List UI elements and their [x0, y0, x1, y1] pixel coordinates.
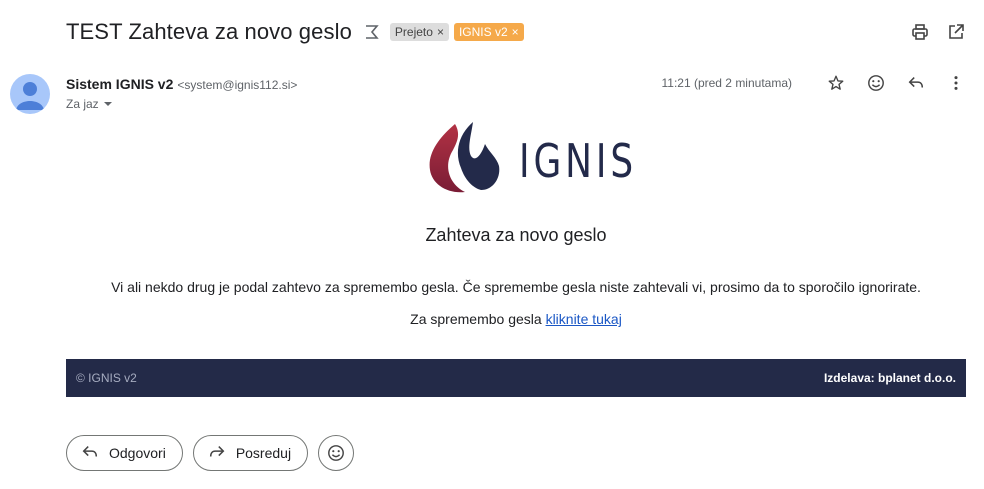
reset-link-prefix: Za spremembo gesla: [410, 311, 546, 327]
reply-button[interactable]: Odgovori: [66, 435, 183, 471]
ignis-logo: IGNIS: [427, 122, 633, 194]
reply-icon: [81, 443, 99, 464]
dropdown-icon[interactable]: [103, 97, 113, 111]
star-icon[interactable]: [826, 73, 846, 93]
label-inbox-text: Prejeto: [394, 25, 433, 39]
recipient-line[interactable]: Za jaz: [66, 97, 113, 111]
recipient-text: Za jaz: [66, 97, 99, 111]
label-ignis: IGNIS v2 ×: [453, 23, 524, 41]
reset-password-link[interactable]: kliknite tukaj: [546, 311, 622, 327]
open-new-window-icon[interactable]: [946, 22, 966, 42]
email-subject: TEST Zahteva za novo geslo: [66, 19, 352, 44]
more-vert-icon[interactable]: [946, 73, 966, 93]
email-body-text: Vi ali nekdo drug je podal zahtevo za sp…: [111, 279, 921, 295]
emoji-icon: [328, 445, 344, 461]
message-meta: 11:21 (pred 2 minutama): [661, 73, 966, 93]
sender-email: <system@ignis112.si>: [177, 78, 298, 92]
remove-label-inbox-icon[interactable]: ×: [437, 25, 444, 39]
importance-icon[interactable]: [364, 23, 382, 41]
sender-line: Sistem IGNIS v2 <system@ignis112.si>: [66, 76, 297, 92]
emoji-icon[interactable]: [866, 73, 886, 93]
label-inbox: Prejeto ×: [389, 23, 449, 41]
forward-label: Posreduj: [235, 445, 292, 461]
top-actions: [910, 22, 966, 42]
subject-row: TEST Zahteva za novo geslo Prejeto × IGN…: [66, 18, 524, 46]
flame-icon: [429, 122, 500, 193]
emoji-reaction-button[interactable]: [318, 435, 355, 471]
reset-link-line: Za spremembo gesla kliknite tukaj: [0, 311, 984, 327]
reply-label: Odgovori: [109, 445, 166, 461]
reply-icon[interactable]: [906, 73, 926, 93]
email-heading: Zahteva za novo geslo: [425, 225, 607, 245]
forward-button[interactable]: Posreduj: [192, 435, 309, 471]
message-actions: Odgovori Posreduj: [66, 435, 355, 471]
sender-name[interactable]: Sistem IGNIS v2: [66, 76, 173, 92]
message-time: 11:21 (pred 2 minutama): [661, 76, 792, 90]
forward-icon: [208, 443, 226, 464]
logo-text: IGNIS: [519, 134, 638, 188]
footer-credit: Izdelava: bplanet d.o.o.: [823, 371, 956, 385]
avatar[interactable]: [10, 74, 50, 114]
email-footer: © IGNIS v2 Izdelava: bplanet d.o.o.: [66, 359, 966, 397]
print-icon[interactable]: [910, 22, 930, 42]
footer-copyright: © IGNIS v2: [76, 371, 137, 385]
label-ignis-text: IGNIS v2: [458, 25, 508, 39]
remove-label-ignis-icon[interactable]: ×: [512, 25, 519, 39]
